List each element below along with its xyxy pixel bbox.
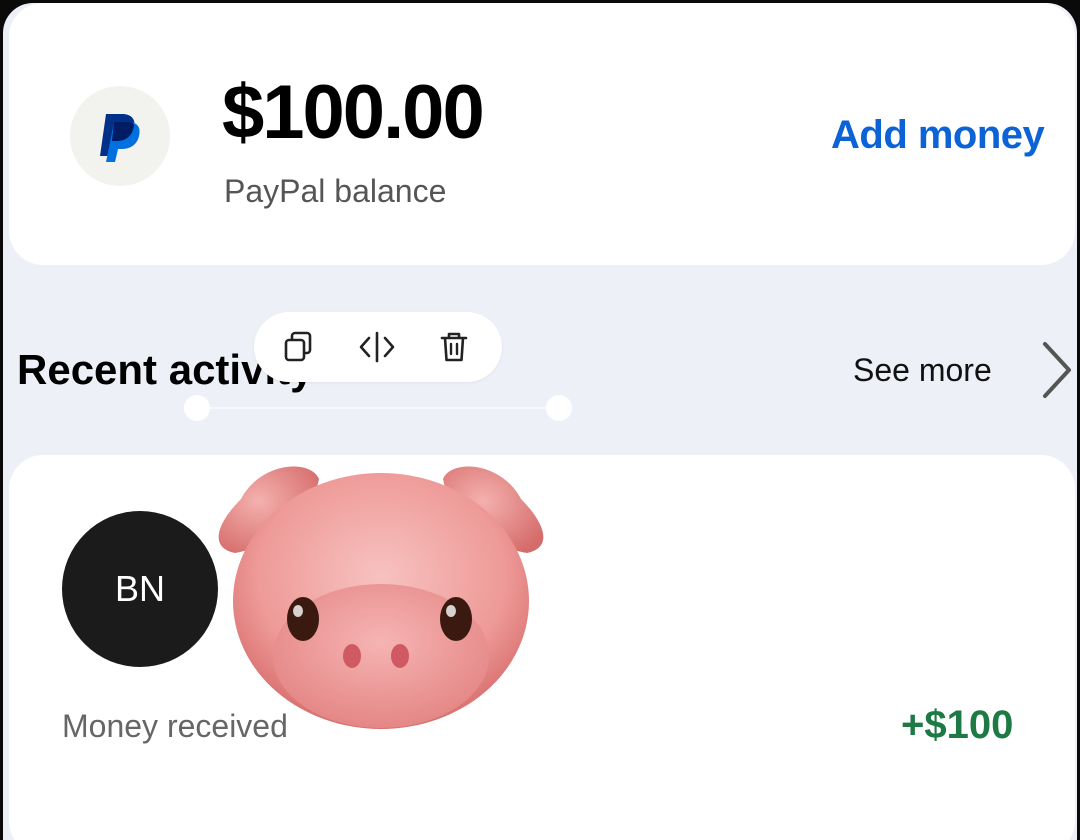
add-money-button[interactable]: Add money: [831, 113, 1045, 158]
selection-line: [203, 407, 553, 409]
chevron-right-icon[interactable]: [1039, 338, 1075, 407]
selection-handle-left[interactable]: [184, 395, 210, 421]
pig-face-emoji-icon[interactable]: [201, 451, 561, 746]
app-screen: $100.00 PayPal balance Add money Recent …: [3, 3, 1077, 840]
trash-icon[interactable]: [436, 329, 472, 365]
selection-handle-right[interactable]: [546, 395, 572, 421]
balance-amount: $100.00: [222, 70, 485, 155]
balance-card[interactable]: $100.00 PayPal balance Add money: [9, 3, 1075, 265]
avatar: BN: [62, 511, 218, 667]
edit-toolbar: [254, 312, 502, 382]
code-icon[interactable]: [357, 329, 395, 365]
copy-icon[interactable]: [280, 329, 316, 365]
transaction-amount: +$100: [901, 703, 1014, 747]
balance-label: PayPal balance: [224, 173, 447, 209]
see-more-link[interactable]: See more: [853, 352, 992, 389]
paypal-logo-icon: [70, 86, 170, 186]
